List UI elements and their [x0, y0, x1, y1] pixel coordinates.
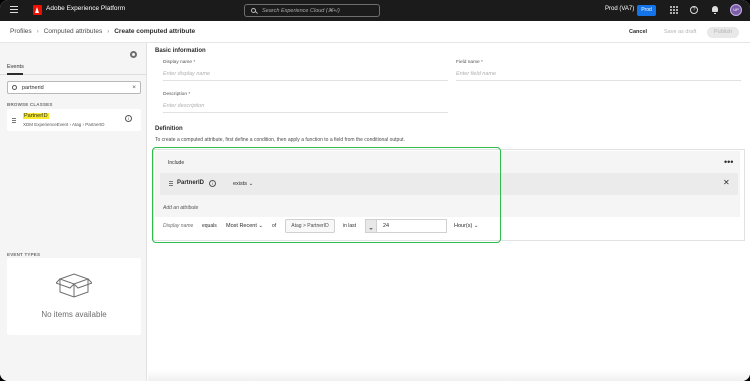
attribute-search-value: partnerid [22, 85, 44, 91]
event-types-label: EVENT TYPES [7, 252, 41, 257]
condition-attribute: PartnerID [177, 180, 205, 186]
hamburger-menu-icon[interactable] [10, 6, 18, 14]
add-attribute-dropzone[interactable]: Add an attribute [163, 205, 198, 211]
definition-description: To create a computed attribute, first de… [155, 137, 405, 143]
top-bar: Adobe Experience Platform Search Experie… [0, 0, 750, 21]
basic-information-heading: Basic information [155, 48, 206, 54]
adobe-logo-icon [33, 5, 42, 15]
chevron-right-icon: › [107, 28, 110, 35]
chevron-down-icon: ⌄ [473, 223, 479, 229]
clear-search-icon[interactable]: × [132, 84, 136, 91]
chevron-down-icon: ⌄ [258, 223, 264, 229]
settings-gear-icon[interactable] [130, 51, 137, 58]
attribute-browser-panel: Events partnerid × BROWSE CLASSES Partne… [0, 43, 147, 381]
in-last-label: in last [343, 223, 357, 229]
class-item-name: PartnerID [23, 113, 49, 119]
time-unit-value: Hour(s) [454, 223, 473, 229]
breadcrumb-bar: Profiles › Computed attributes › Create … [0, 21, 750, 43]
global-search-placeholder: Search Experience Cloud (⌘+/) [262, 7, 340, 14]
user-avatar[interactable]: UP [730, 4, 742, 16]
empty-state-text: No items available [41, 310, 107, 319]
app-window: Adobe Experience Platform Search Experie… [0, 0, 750, 381]
tab-selected-indicator [7, 73, 23, 75]
save-as-draft-button[interactable]: Save as draft [664, 27, 696, 38]
number-stepper[interactable] [365, 219, 377, 233]
info-icon[interactable]: i [125, 115, 132, 122]
sandbox-badge[interactable]: Prod [637, 5, 656, 16]
time-unit-dropdown[interactable]: Hour(s) ⌄ [454, 223, 478, 229]
function-display-name-input[interactable]: Display name [163, 223, 193, 229]
breadcrumb: Profiles › Computed attributes › Create … [10, 28, 195, 35]
description-input[interactable]: Enter description [163, 103, 204, 109]
of-label: of [272, 223, 277, 229]
class-item-path: XDM ExperienceEvent › Atag › PartnerID [23, 122, 105, 127]
description-underline [163, 112, 448, 113]
field-name-input[interactable]: Enter field name [456, 71, 496, 77]
breadcrumb-computed-attributes[interactable]: Computed attributes [44, 28, 103, 35]
empty-box-icon [56, 273, 92, 298]
more-options-icon[interactable]: ••• [724, 158, 733, 167]
lookback-number-input[interactable]: 24 [377, 219, 447, 233]
condition-operator-dropdown[interactable]: exists ⌄ [233, 181, 253, 187]
apps-grid-icon[interactable] [670, 6, 678, 14]
description-label: Description * [163, 92, 191, 97]
function-dropdown[interactable]: Most Recent ⌄ [226, 223, 263, 229]
remove-condition-icon[interactable]: ✕ [723, 178, 730, 187]
class-list-item[interactable]: PartnerID XDM ExperienceEvent › Atag › P… [7, 109, 141, 131]
info-icon[interactable]: i [209, 180, 216, 187]
breadcrumb-profiles[interactable]: Profiles [10, 28, 32, 35]
display-name-underline [163, 80, 448, 81]
chevron-down-icon: ⌄ [248, 181, 254, 187]
scroll-fade [148, 370, 750, 381]
browse-classes-label: BROWSE CLASSES [7, 102, 53, 107]
event-types-empty-state: No items available [7, 258, 141, 335]
publish-button[interactable]: Publish [707, 27, 739, 38]
help-icon[interactable]: ? [690, 6, 698, 14]
definition-heading: Definition [155, 126, 183, 132]
function-value: Most Recent [226, 223, 257, 229]
app-title: Adobe Experience Platform [46, 5, 126, 12]
search-icon [12, 85, 17, 90]
condition-operator-value: exists [233, 181, 248, 187]
cancel-button[interactable]: Cancel [629, 27, 647, 38]
field-name-underline [456, 80, 741, 81]
drag-handle-icon[interactable] [169, 181, 173, 186]
global-search-input[interactable]: Search Experience Cloud (⌘+/) [244, 4, 380, 17]
chevron-right-icon: › [36, 28, 39, 35]
display-name-label: Display name * [163, 60, 196, 65]
attribute-search-input[interactable]: partnerid × [7, 81, 141, 94]
main-form: Basic information Display name * Enter d… [148, 43, 750, 381]
notifications-bell-icon[interactable] [711, 6, 719, 14]
include-label: Include [168, 160, 185, 166]
search-icon [251, 8, 256, 13]
field-name-label: Field name * [456, 60, 483, 65]
equals-label: equals [202, 223, 217, 229]
drag-handle-icon[interactable] [12, 118, 16, 123]
tab-events[interactable]: Events [7, 64, 24, 70]
page-title: Create computed attribute [114, 28, 196, 35]
org-switcher[interactable]: Prod (VA7) [605, 6, 634, 12]
function-field-pill[interactable]: Atag > PartnerID [285, 219, 335, 233]
display-name-input[interactable]: Enter display name [163, 71, 210, 77]
